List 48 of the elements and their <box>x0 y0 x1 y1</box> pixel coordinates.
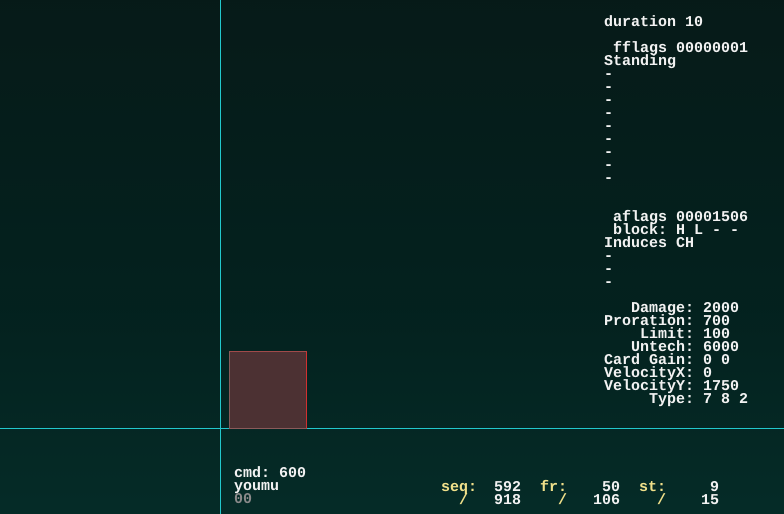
flag-line: - <box>604 263 614 276</box>
flag-line: - <box>604 94 614 107</box>
stat-label: Proration: <box>604 315 694 328</box>
stat-label: Untech: <box>630 341 694 354</box>
stat-label: VelocityY: <box>604 380 694 393</box>
palette-number: 00 <box>234 493 252 506</box>
command-label: cmd: 600 <box>234 467 306 480</box>
flag-line: - <box>604 172 614 185</box>
flag-line: - <box>604 107 614 120</box>
flag-line: - <box>604 68 614 81</box>
stat-value: 7 8 2 <box>703 393 748 406</box>
duration-label: duration 10 <box>604 16 704 29</box>
flag-line: - <box>604 146 614 159</box>
flag-line: - <box>604 81 614 94</box>
flag-line: Standing <box>604 55 676 68</box>
counter-label: fr: <box>540 481 568 494</box>
stat-value: 0 0 <box>703 354 730 367</box>
counter-total: 15 <box>700 494 719 507</box>
stat-label: VelocityX: <box>604 367 694 380</box>
counter-total: 106 <box>592 494 620 507</box>
counter-label: seq: <box>441 481 478 494</box>
stat-label: Card Gain: <box>604 354 694 367</box>
stat-label: Type: <box>648 393 694 406</box>
fflags-label: fflags 00000001 <box>613 42 748 55</box>
stat-value: 700 <box>703 315 730 328</box>
counter-current: 592 <box>494 481 521 494</box>
counter-current: 50 <box>602 481 620 494</box>
flag-line: - <box>604 250 614 263</box>
counter-current: 9 <box>710 481 719 494</box>
flag-line: - <box>604 276 614 289</box>
stat-value: 2000 <box>703 302 740 315</box>
stat-label: Damage: <box>630 302 694 315</box>
counter-separator: / <box>657 494 666 507</box>
stat-label: Limit: <box>640 328 694 341</box>
aflags-label: aflags 00001506 <box>613 211 748 224</box>
stat-value: 1750 <box>703 380 740 393</box>
flag-line: Induces CH <box>604 237 694 250</box>
counter-total: 918 <box>494 494 521 507</box>
flag-line: - <box>604 133 614 146</box>
stat-value: 100 <box>703 328 730 341</box>
stat-value: 6000 <box>703 341 740 354</box>
flag-line: - <box>604 120 614 133</box>
flag-line: - <box>604 159 614 172</box>
block-label: block: H L - - <box>613 224 740 237</box>
character-name: youmu <box>234 480 280 493</box>
stat-value: 0 <box>703 367 712 380</box>
counter-label: st: <box>639 481 666 494</box>
counter-separator: / <box>558 494 568 507</box>
